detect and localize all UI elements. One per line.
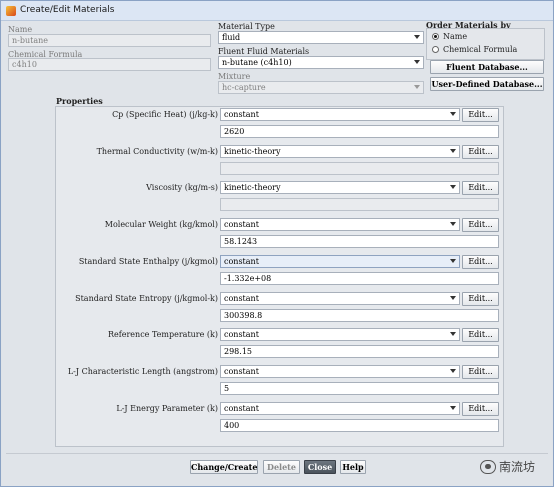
property-value-field[interactable]: 58.1243 — [220, 235, 499, 248]
chevron-down-icon — [450, 406, 456, 410]
delete-button[interactable]: Delete — [263, 460, 300, 474]
property-method-value: kinetic-theory — [224, 183, 281, 192]
property-method-select[interactable]: constant — [220, 218, 460, 231]
property-label: Standard State Enthalpy (j/kgmol) — [78, 257, 218, 266]
fluent-fluid-materials-value: n-butane (c4h10) — [222, 58, 292, 67]
create-edit-materials-window: Create/Edit Materials Name n-butane Chem… — [0, 0, 554, 487]
property-value-field[interactable]: 2620 — [220, 125, 499, 138]
property-label: Viscosity (kg/m-s) — [146, 183, 218, 192]
property-method-select[interactable]: kinetic-theory — [220, 145, 460, 158]
order-materials-group: Name Chemical Formula — [426, 28, 545, 60]
property-method-value: kinetic-theory — [224, 147, 281, 156]
property-edit-button[interactable]: Edit... — [462, 292, 499, 306]
radio-order-name[interactable] — [432, 33, 439, 40]
property-value-field[interactable]: 298.15 — [220, 345, 499, 358]
property-label: L-J Energy Parameter (k) — [116, 404, 218, 413]
property-value-field[interactable] — [220, 162, 499, 175]
title-bar: Create/Edit Materials — [1, 1, 553, 21]
chevron-down-icon — [414, 60, 420, 64]
property-edit-button[interactable]: Edit... — [462, 108, 499, 122]
property-method-value: constant — [224, 220, 259, 229]
property-value-field[interactable] — [220, 198, 499, 211]
property-edit-button[interactable]: Edit... — [462, 365, 499, 379]
help-button[interactable]: Help — [340, 460, 366, 474]
app-icon — [6, 6, 16, 16]
property-label: L-J Characteristic Length (angstrom) — [67, 367, 218, 376]
radio-order-name-label: Name — [443, 32, 468, 41]
mixture-value: hc-capture — [222, 83, 266, 92]
chevron-down-icon — [414, 85, 420, 89]
mixture-select[interactable]: hc-capture — [218, 81, 424, 94]
property-label: Reference Temperature (k) — [108, 330, 218, 339]
property-label: Standard State Entropy (j/kgmol-k) — [75, 294, 218, 303]
property-edit-button[interactable]: Edit... — [462, 328, 499, 342]
property-edit-button[interactable]: Edit... — [462, 402, 499, 416]
chevron-down-icon — [450, 222, 456, 226]
property-edit-button[interactable]: Edit... — [462, 255, 499, 269]
property-label: Thermal Conductivity (w/m-k) — [96, 147, 218, 156]
property-method-value: constant — [224, 367, 259, 376]
property-value-field[interactable]: 5 — [220, 382, 499, 395]
property-value-field[interactable]: -1.332e+08 — [220, 272, 499, 285]
property-method-select[interactable]: constant — [220, 292, 460, 305]
property-edit-button[interactable]: Edit... — [462, 181, 499, 195]
close-button[interactable]: Close — [304, 460, 336, 474]
name-label: Name — [8, 25, 33, 34]
property-method-select[interactable]: constant — [220, 108, 460, 121]
property-method-select[interactable]: constant — [220, 328, 460, 341]
material-type-label: Material Type — [218, 22, 275, 31]
property-method-select[interactable]: constant — [220, 365, 460, 378]
radio-order-chemical-formula[interactable] — [432, 46, 439, 53]
change-create-button[interactable]: Change/Create — [190, 460, 258, 474]
chevron-down-icon — [450, 112, 456, 116]
property-value-field[interactable]: 400 — [220, 419, 499, 432]
name-field[interactable]: n-butane — [8, 34, 211, 47]
chevron-down-icon — [450, 369, 456, 373]
chevron-down-icon — [450, 332, 456, 336]
chevron-down-icon — [414, 35, 420, 39]
fluent-database-button[interactable]: Fluent Database... — [430, 60, 544, 74]
property-method-value: constant — [224, 294, 259, 303]
chemical-formula-field[interactable]: c4h10 — [8, 58, 211, 71]
window-title: Create/Edit Materials — [20, 5, 115, 15]
property-method-value: constant — [224, 257, 259, 266]
chevron-down-icon — [450, 296, 456, 300]
property-method-select[interactable]: constant — [220, 402, 460, 415]
property-method-value: constant — [224, 330, 259, 339]
property-method-value: constant — [224, 404, 259, 413]
dialog-body: Name n-butane Chemical Formula c4h10 Mat… — [2, 20, 552, 486]
mixture-label: Mixture — [218, 72, 251, 81]
property-label: Molecular Weight (kg/kmol) — [104, 220, 218, 229]
property-edit-button[interactable]: Edit... — [462, 218, 499, 232]
radio-order-chemical-formula-label: Chemical Formula — [443, 45, 518, 54]
wechat-icon — [480, 460, 496, 474]
user-defined-database-button[interactable]: User-Defined Database... — [430, 77, 544, 91]
footer-divider — [6, 453, 548, 454]
chevron-down-icon — [450, 185, 456, 189]
property-method-select[interactable]: constant — [220, 255, 460, 268]
material-type-select[interactable]: fluid — [218, 31, 424, 44]
property-method-select[interactable]: kinetic-theory — [220, 181, 460, 194]
material-type-value: fluid — [222, 33, 241, 42]
properties-panel: Cp (Specific Heat) (j/kg-k) constant Edi… — [55, 106, 504, 447]
fluent-fluid-materials-label: Fluent Fluid Materials — [218, 47, 310, 56]
property-value-field[interactable]: 300398.8 — [220, 309, 499, 322]
properties-label: Properties — [56, 96, 103, 106]
property-method-value: constant — [224, 110, 259, 119]
chevron-down-icon — [450, 259, 456, 263]
chevron-down-icon — [450, 149, 456, 153]
watermark-text: 南流坊 — [499, 460, 536, 474]
fluent-fluid-materials-select[interactable]: n-butane (c4h10) — [218, 56, 424, 69]
property-edit-button[interactable]: Edit... — [462, 145, 499, 159]
property-label: Cp (Specific Heat) (j/kg-k) — [112, 110, 218, 119]
